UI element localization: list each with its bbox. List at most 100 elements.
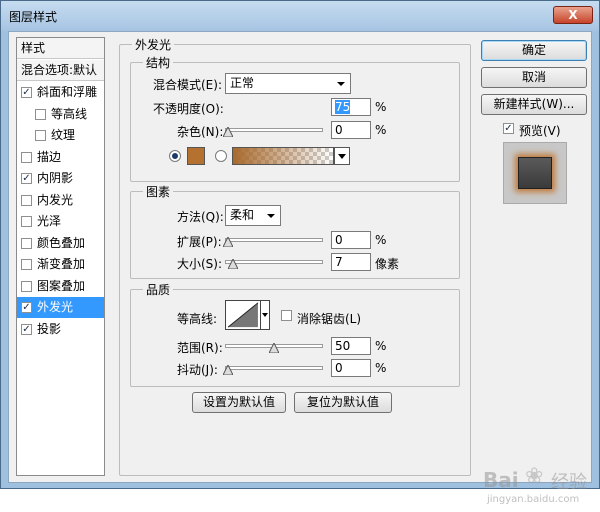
dialog-title: 图层样式 (9, 10, 58, 24)
style-item-label: 等高线 (51, 106, 88, 121)
style-item-4[interactable]: ✓ 内阴影 (17, 168, 104, 189)
style-list-header[interactable]: 样式 (17, 38, 104, 59)
technique-label: 方法(Q): (177, 210, 224, 224)
size-slider-thumb[interactable] (227, 259, 238, 269)
jitter-unit: % (375, 361, 387, 375)
opacity-value: 75 (335, 100, 351, 114)
technique-select[interactable]: 柔和 (225, 205, 281, 226)
outer-glow-panel: 外发光 结构 混合模式(E): 正常 不透明度(O): 75 % 杂色(N): … (119, 36, 471, 476)
jitter-label: 抖动(J): (177, 363, 218, 377)
preview-checkbox[interactable]: ✓ (503, 123, 514, 134)
chevron-down-icon (267, 214, 275, 218)
noise-slider-track[interactable] (225, 128, 323, 132)
opacity-label: 不透明度(O): (153, 102, 224, 116)
ok-button[interactable]: 确定 (481, 40, 587, 61)
style-item-checkbox[interactable] (21, 151, 32, 163)
style-item-checkbox[interactable] (35, 108, 46, 120)
style-item-5[interactable]: 内发光 (17, 190, 104, 211)
opacity-input[interactable]: 75 (331, 98, 371, 116)
reset-default-button[interactable]: 复位为默认值 (294, 392, 392, 413)
noise-label: 杂色(N): (177, 125, 224, 139)
style-item-checkbox[interactable] (21, 194, 32, 206)
style-item-1[interactable]: 等高线 (17, 104, 104, 125)
noise-value: 0 (335, 123, 343, 137)
style-item-checkbox[interactable] (21, 259, 32, 270)
style-item-9[interactable]: 图案叠加 (17, 276, 104, 297)
style-item-checkbox[interactable]: ✓ (21, 302, 32, 313)
close-button[interactable]: X (553, 6, 593, 24)
structure-group: 结构 混合模式(E): 正常 不透明度(O): 75 % 杂色(N): 0 % (130, 54, 460, 182)
elements-group: 图素 方法(Q): 柔和 扩展(P): 0 % 大小(S): 7 像素 (130, 183, 460, 279)
quality-title: 品质 (143, 281, 174, 298)
elements-title: 图素 (143, 183, 174, 200)
noise-unit: % (375, 123, 387, 137)
style-item-0[interactable]: ✓ 斜面和浮雕 (17, 82, 104, 103)
style-item-checkbox[interactable] (35, 130, 46, 141)
jitter-slider-thumb[interactable] (223, 365, 233, 375)
opacity-unit: % (375, 100, 387, 114)
outer-glow-title: 外发光 (132, 36, 175, 53)
style-item-checkbox[interactable] (21, 237, 32, 249)
style-preview (503, 142, 567, 204)
spread-input[interactable]: 0 (331, 231, 371, 249)
gradient-dropdown-icon[interactable] (334, 147, 350, 165)
layer-style-dialog: 图层样式 X 样式 混合选项:默认 ✓ 斜面和浮雕等高线纹理 描边 ✓ 内阴影内发光光泽… (0, 0, 600, 505)
size-slider-track[interactable] (225, 260, 323, 264)
contour-dropdown-icon[interactable] (261, 300, 270, 330)
paw-icon: ❀ (525, 464, 544, 489)
antialias-checkbox[interactable] (281, 310, 292, 321)
new-style-button[interactable]: 新建样式(W)... (481, 94, 587, 115)
dialog-body: 样式 混合选项:默认 ✓ 斜面和浮雕等高线纹理 描边 ✓ 内阴影内发光光泽 颜色叠加 渐变叠… (8, 31, 592, 505)
style-preview-thumbnail (518, 157, 552, 189)
style-item-label: 内发光 (37, 192, 74, 207)
style-item-2[interactable]: 纹理 (17, 125, 104, 146)
style-item-11[interactable]: ✓ 投影 (17, 319, 104, 340)
style-item-checkbox[interactable]: ✓ (21, 323, 32, 335)
style-item-6[interactable]: 光泽 (17, 211, 104, 232)
spread-slider-track[interactable] (225, 238, 323, 242)
jitter-input[interactable]: 0 (331, 359, 371, 377)
contour-picker[interactable] (225, 300, 261, 330)
watermark-brand: Bai (483, 468, 519, 492)
range-input[interactable]: 50 (331, 337, 371, 355)
title-bar[interactable]: 图层样式 X (1, 1, 599, 31)
spread-slider-thumb[interactable] (223, 237, 233, 247)
quality-group: 品质 等高线: 消除锯齿(L) 范围(R): 50 % 抖动(J): 0 % (130, 281, 460, 387)
style-item-3[interactable]: 描边 (17, 147, 104, 168)
style-item-10[interactable]: ✓ 外发光 (17, 297, 104, 318)
range-unit: % (375, 339, 387, 353)
technique-value: 柔和 (230, 208, 255, 222)
noise-input[interactable]: 0 (331, 121, 371, 139)
antialias-label: 消除锯齿(L) (297, 312, 362, 326)
size-input[interactable]: 7 (331, 253, 371, 271)
spread-label: 扩展(P): (177, 235, 222, 249)
size-label: 大小(S): (177, 257, 223, 271)
style-item-checkbox[interactable]: ✓ (21, 87, 32, 98)
style-item-7[interactable]: 颜色叠加 (17, 233, 104, 254)
glow-gradient-swatch[interactable] (232, 147, 334, 165)
spread-value: 0 (335, 233, 343, 247)
blend-options-item[interactable]: 混合选项:默认 (17, 60, 104, 81)
range-value: 50 (335, 339, 351, 353)
blend-mode-value: 正常 (230, 76, 255, 90)
style-item-checkbox[interactable] (21, 280, 32, 292)
size-unit: 像素 (375, 257, 400, 271)
style-item-checkbox[interactable]: ✓ (21, 173, 32, 184)
blend-mode-label: 混合模式(E): (153, 78, 222, 92)
style-item-8[interactable]: 渐变叠加 (17, 254, 104, 275)
noise-slider-thumb[interactable] (223, 127, 233, 137)
baidu-watermark: Bai ❀ 经验 jingyan.baidu.com (477, 462, 600, 512)
style-item-label: 外发光 (37, 300, 74, 314)
solid-color-radio[interactable] (169, 150, 181, 162)
style-item-checkbox[interactable] (21, 216, 32, 227)
glow-color-swatch[interactable] (187, 147, 205, 165)
range-label: 范围(R): (177, 341, 223, 355)
jitter-slider-track[interactable] (225, 366, 323, 370)
make-default-button[interactable]: 设置为默认值 (192, 392, 286, 413)
watermark-suffix: 经验 (551, 472, 587, 493)
cancel-button[interactable]: 取消 (481, 67, 587, 88)
jitter-value: 0 (335, 361, 343, 375)
blend-mode-select[interactable]: 正常 (225, 73, 351, 94)
gradient-radio[interactable] (215, 150, 227, 162)
range-slider-thumb[interactable] (269, 343, 279, 353)
